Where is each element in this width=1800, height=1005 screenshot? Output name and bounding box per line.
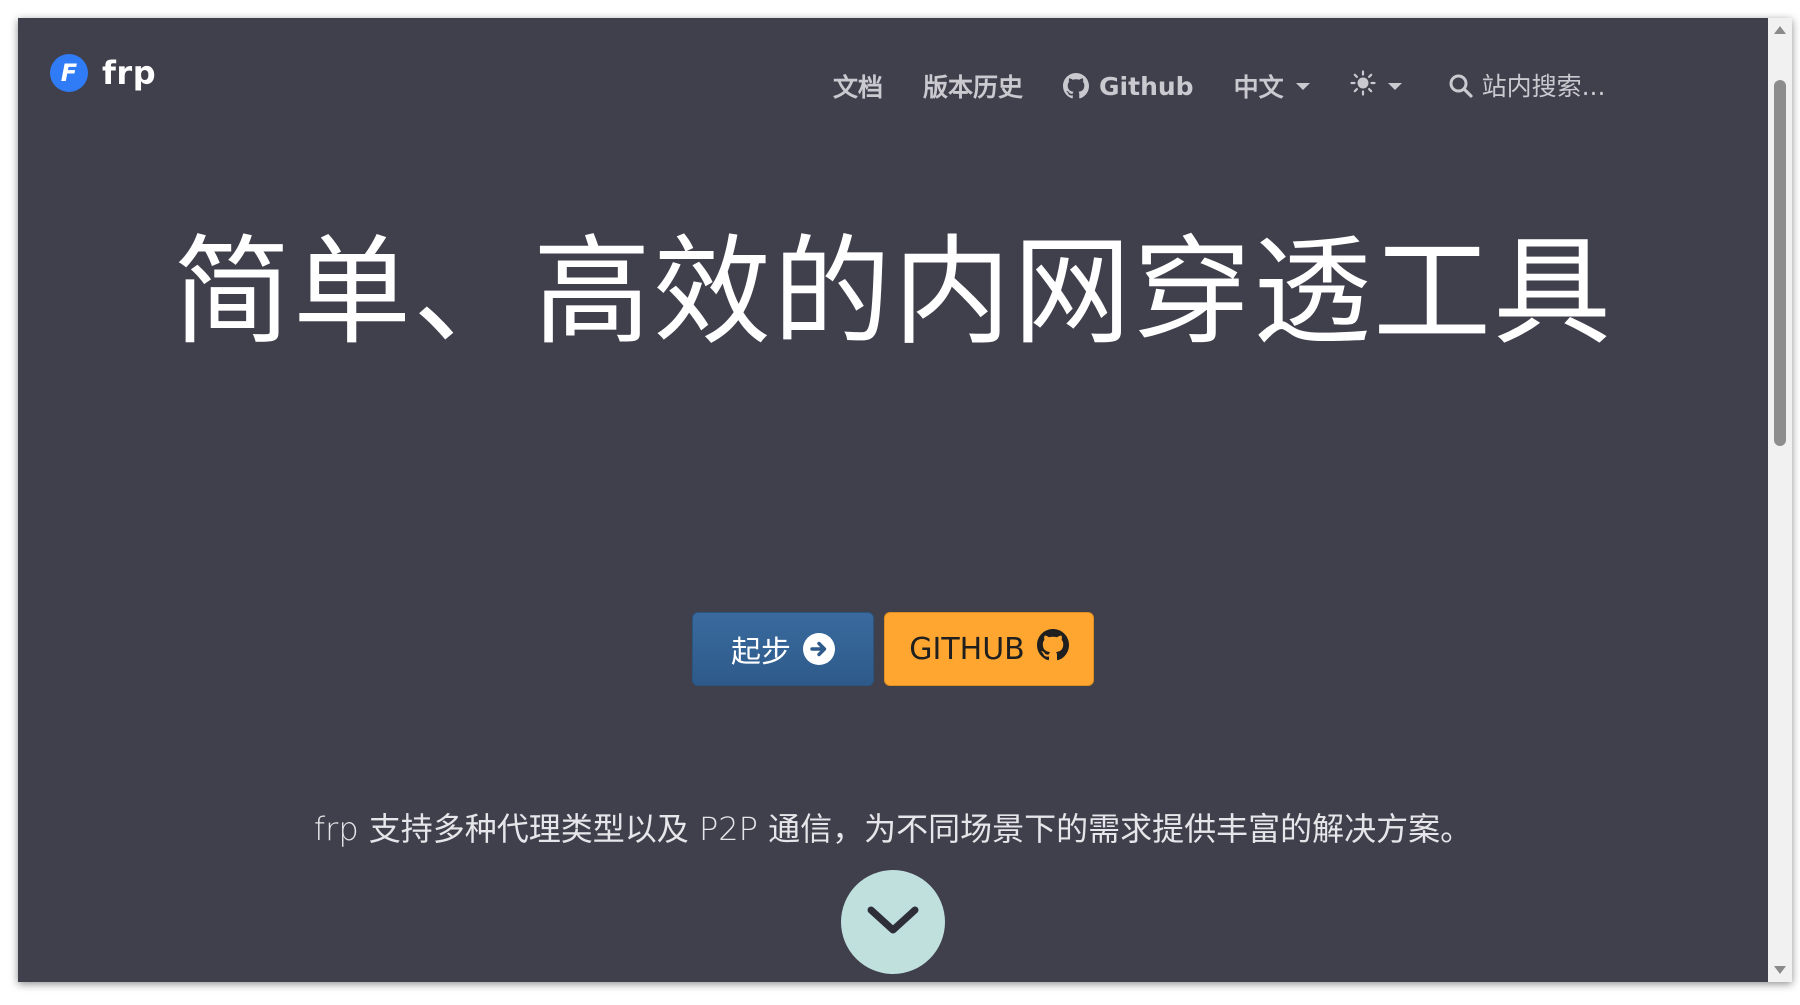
get-started-label: 起步	[731, 635, 791, 670]
nav-releases[interactable]: 版本历史	[923, 68, 1023, 104]
theme-dropdown[interactable]	[1349, 70, 1402, 102]
page: F frp 文档 版本历史 Github 中文 站内搜索... 简单、高效的内网…	[18, 18, 1768, 982]
nav-github-label: Github	[1099, 71, 1194, 101]
navbar: F frp 文档 版本历史 Github 中文	[18, 18, 1768, 128]
sun-icon	[1349, 70, 1376, 102]
nav-github[interactable]: Github	[1063, 72, 1194, 101]
search-icon	[1448, 73, 1474, 99]
brand-link[interactable]: F frp	[50, 54, 156, 92]
hero-title: 简单、高效的内网穿透工具	[172, 223, 1613, 361]
brand-name: frp	[102, 54, 157, 92]
hero-buttons: 起步 GITHUB	[18, 612, 1768, 686]
chevron-down-icon	[1387, 82, 1402, 90]
search-input[interactable]	[1481, 71, 1622, 101]
github-icon	[1063, 73, 1090, 99]
nav-docs[interactable]: 文档	[833, 68, 883, 104]
github-icon	[1036, 629, 1069, 669]
chevron-down-icon	[865, 902, 921, 942]
chevron-down-icon	[1295, 82, 1310, 90]
frp-logo-icon: F	[50, 54, 88, 92]
vertical-scrollbar[interactable]	[1768, 18, 1792, 982]
github-button-label: GITHUB	[909, 631, 1025, 667]
language-dropdown[interactable]: 中文	[1234, 68, 1310, 104]
scrollbar-thumb[interactable]	[1774, 80, 1786, 446]
nav-links: 文档 版本历史 Github 中文	[833, 68, 1622, 104]
github-button[interactable]: GITHUB	[884, 612, 1094, 686]
language-label: 中文	[1233, 73, 1284, 102]
search-box[interactable]	[1448, 71, 1622, 101]
browser-window: F frp 文档 版本历史 Github 中文 站内搜索... 简单、高效的内网…	[18, 18, 1792, 982]
scroll-down-arrow-icon[interactable]	[1774, 966, 1786, 974]
scroll-down-button[interactable]	[841, 870, 945, 974]
scroll-up-arrow-icon[interactable]	[1774, 26, 1786, 34]
arrow-right-circle-icon	[803, 633, 835, 665]
hero-tagline: frp 支持多种代理类型以及 P2P 通信，为不同场景下的需求提供丰富的解决方案…	[313, 810, 1473, 848]
get-started-button[interactable]: 起步	[692, 612, 874, 686]
